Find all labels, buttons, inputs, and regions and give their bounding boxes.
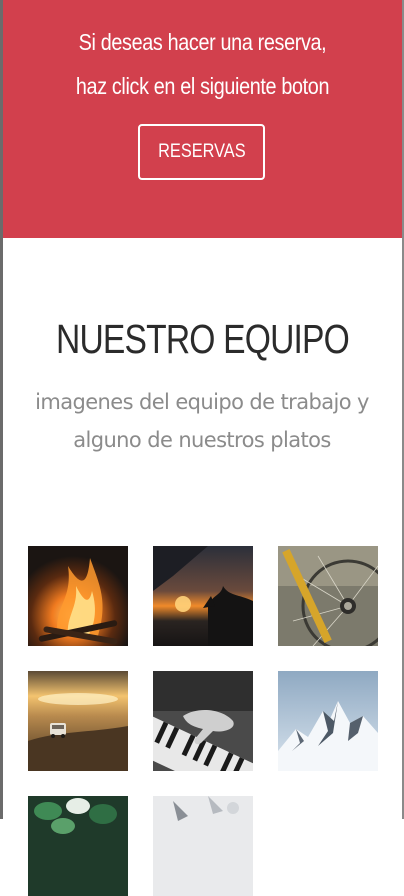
gallery-item-campfire[interactable] — [28, 546, 128, 646]
green-leaves-photo-icon — [28, 796, 128, 896]
desert-road-car-photo-icon — [28, 671, 128, 771]
gallery-item-sunset[interactable] — [153, 546, 253, 646]
gallery-item-piano[interactable] — [153, 671, 253, 771]
gallery-grid — [0, 0, 404, 896]
gallery-item-road-trip[interactable] — [28, 671, 128, 771]
sunset-silhouette-photo-icon — [153, 546, 253, 646]
light-abstract-photo-icon — [153, 796, 253, 896]
snowy-mountains-photo-icon — [278, 671, 378, 771]
gallery-item-bicycle[interactable] — [278, 546, 378, 646]
piano-hands-photo-icon — [153, 671, 253, 771]
gallery-item-greens[interactable] — [28, 796, 128, 896]
bicycle-wheel-photo-icon — [278, 546, 378, 646]
gallery-item-light[interactable] — [153, 796, 253, 896]
gallery-item-mountains[interactable] — [278, 671, 378, 771]
campfire-photo-icon — [28, 546, 128, 646]
